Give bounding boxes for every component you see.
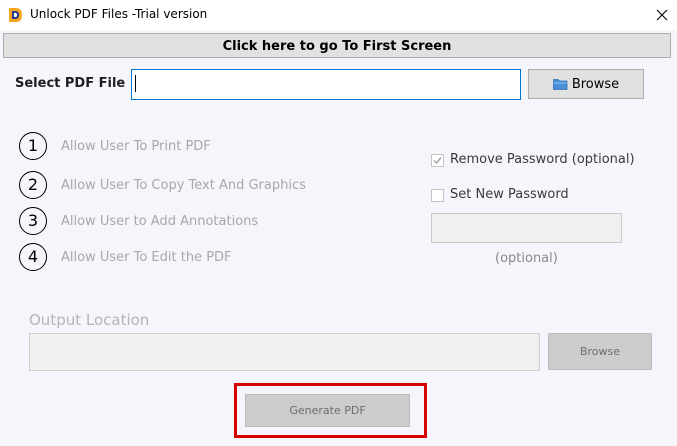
pdf-file-input[interactable]	[131, 69, 521, 100]
remove-password-label: Remove Password (optional)	[450, 152, 635, 167]
browse-pdf-button[interactable]: Browse	[528, 69, 644, 99]
option-print-label: Allow User To Print PDF	[61, 139, 211, 154]
remove-password-checkbox[interactable]	[431, 154, 444, 167]
generate-pdf-button[interactable]: Generate PDF	[245, 394, 410, 427]
set-password-checkbox[interactable]	[431, 189, 444, 202]
browse-output-button[interactable]: Browse	[548, 333, 652, 370]
browse-pdf-label: Browse	[571, 76, 620, 92]
number-circle-3: 3	[19, 207, 47, 235]
number-circle-1: 1	[19, 132, 47, 160]
optional-label: (optional)	[495, 251, 558, 266]
close-button[interactable]	[647, 0, 677, 30]
window-title: Unlock PDF Files -Trial version	[30, 7, 208, 21]
select-pdf-label: Select PDF File	[15, 76, 126, 91]
number-circle-2: 2	[19, 171, 47, 199]
main-panel: Click here to go To First Screen Select …	[0, 30, 677, 446]
option-annotations-label: Allow User to Add Annotations	[61, 214, 259, 229]
unlock-pdf-window: Unlock PDF Files -Trial version Click he…	[0, 0, 677, 446]
output-location-field[interactable]	[29, 333, 540, 371]
set-password-label: Set New Password	[450, 187, 569, 202]
option-edit-label: Allow User To Edit the PDF	[61, 250, 232, 265]
app-logo-icon	[7, 7, 23, 23]
close-icon	[656, 9, 668, 21]
folder-icon	[552, 79, 568, 90]
checkmark-icon	[433, 157, 442, 165]
number-circle-4: 4	[19, 243, 47, 271]
new-password-field[interactable]	[431, 213, 622, 243]
option-copy-label: Allow User To Copy Text And Graphics	[61, 178, 306, 193]
title-bar[interactable]: Unlock PDF Files -Trial version	[0, 0, 677, 30]
first-screen-button[interactable]: Click here to go To First Screen	[3, 33, 671, 58]
text-caret	[135, 75, 136, 92]
output-location-label: Output Location	[29, 311, 150, 329]
